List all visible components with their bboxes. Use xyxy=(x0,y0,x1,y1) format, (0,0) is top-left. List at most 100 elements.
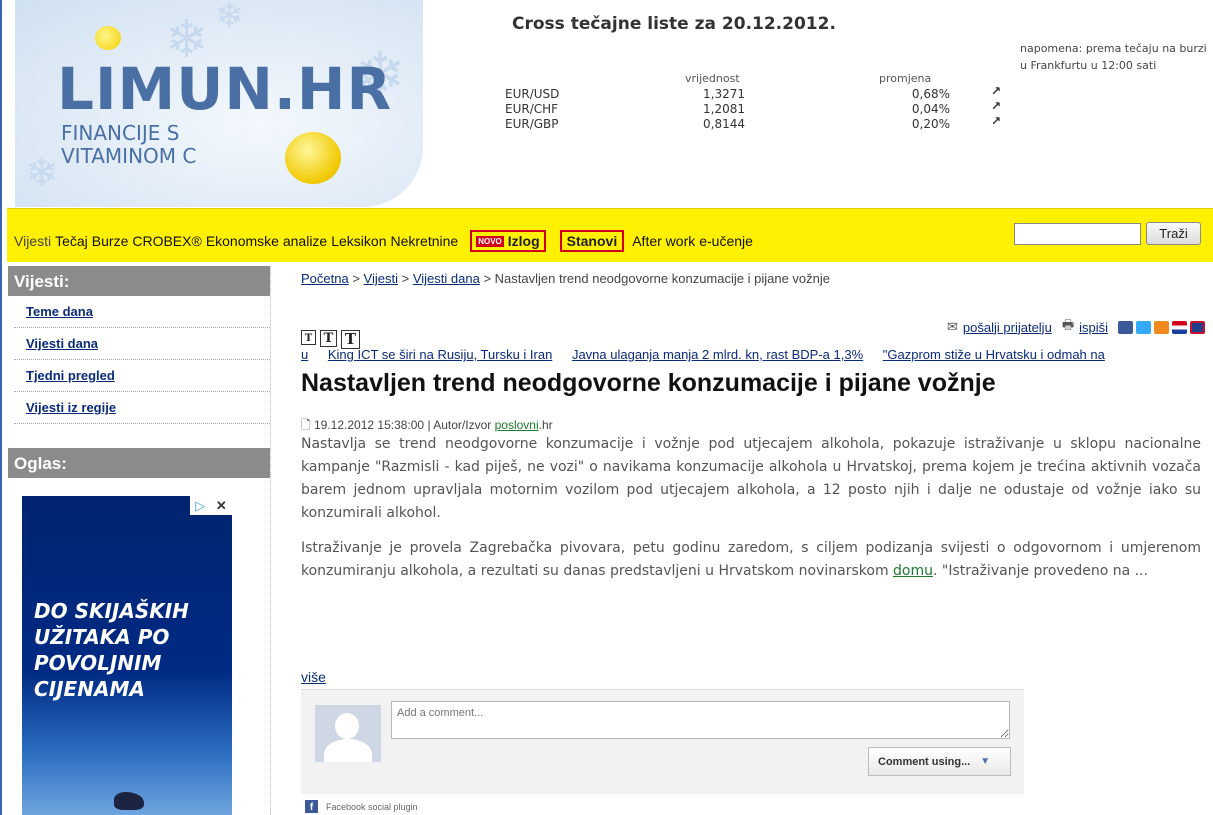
source-link[interactable]: poslovni xyxy=(495,418,539,432)
lemon-icon xyxy=(95,26,121,50)
comment-input[interactable] xyxy=(391,701,1010,739)
main-content: Početna > Vijesti > Vijesti dana > Nasta… xyxy=(301,266,1213,815)
sidebar-news-header: Vijesti: xyxy=(8,266,270,296)
flag-uk-icon[interactable] xyxy=(1190,320,1205,334)
novo-badge: NOVO xyxy=(476,235,504,247)
rate-change: 0,20% xyxy=(911,117,950,131)
nav-item-crobex[interactable]: CROBEX® xyxy=(132,233,201,249)
inline-link-domu[interactable]: domu xyxy=(893,563,933,579)
ticker-item[interactable]: King ICT se širi na Rusiju, Tursku i Ira… xyxy=(328,347,552,362)
nav-item-burze[interactable]: Burze xyxy=(92,233,129,249)
trend-up-icon: ↗ xyxy=(991,84,1002,98)
logo-text: LIMUN.HR xyxy=(57,55,393,123)
font-size-small-button[interactable]: T xyxy=(301,330,316,345)
source-suffix: .hr xyxy=(538,418,553,432)
breadcrumb-separator: > xyxy=(401,271,410,286)
comment-using-dropdown[interactable]: Comment using... ▼ xyxy=(868,747,1011,776)
rate-value: 1,2081 xyxy=(703,102,745,116)
article-paragraph: Istraživanje je provela Zagrebačka pivov… xyxy=(301,537,1201,583)
breadcrumb-link-pocetna[interactable]: Početna xyxy=(301,271,349,286)
sidebar-link[interactable]: Tjedni pregled xyxy=(26,368,115,383)
sidebar-item-vijesti-dana: Vijesti dana xyxy=(14,328,270,360)
facebook-plugin-footer: f Facebook social plugin xyxy=(305,800,418,813)
exchange-note: napomena: prema tečaju na burzi u Frankf… xyxy=(1020,42,1207,72)
lemon-slice-icon xyxy=(285,132,341,184)
nav-item-ekonomske-analize[interactable]: Ekonomske analize xyxy=(206,233,327,249)
currency-pair: EUR/CHF xyxy=(505,102,559,116)
close-icon[interactable]: ✕ xyxy=(216,498,227,514)
logo-area[interactable]: ❄ ❄ ❄ ❄ LIMUN.HR FINANCIJE S VITAMINOM C xyxy=(15,0,423,207)
flag-croatia-icon[interactable] xyxy=(1172,320,1187,334)
sidebar-item-vijesti-iz-regije: Vijesti iz regije xyxy=(14,392,270,424)
sidebar-news-list: Teme dana Vijesti dana Tjedni pregled Vi… xyxy=(14,296,270,424)
avatar xyxy=(315,705,381,762)
envelope-icon[interactable]: ✉ xyxy=(947,319,958,335)
column-header-change: promjena xyxy=(879,72,932,85)
nav-item-nekretnine[interactable]: Nekretnine xyxy=(390,233,458,249)
izlog-label: Izlog xyxy=(507,233,540,249)
ad-text-line: CIJENAMA xyxy=(34,677,145,701)
breadcrumb-current: Nastavljen trend neodgovorne konzumacije… xyxy=(494,271,830,286)
trend-up-icon: ↗ xyxy=(991,114,1002,128)
breadcrumb-link-vijesti-dana[interactable]: Vijesti dana xyxy=(413,271,480,286)
ad-text-line: UŽITAKA PO xyxy=(34,625,170,649)
ticker-item[interactable]: Javna ulaganja manja 2 mlrd. kn, rast BD… xyxy=(572,347,863,362)
nav-item-stanovi[interactable]: Stanovi xyxy=(559,230,625,252)
nav-item-izlog[interactable]: NOVO Izlog xyxy=(470,230,546,252)
news-ticker: u King ICT se širi na Rusiju, Tursku i I… xyxy=(301,347,1213,362)
sidebar-link[interactable]: Vijesti dana xyxy=(26,336,98,351)
avatar-body xyxy=(324,739,372,762)
nav-items: Vijesti Tečaj Burze CROBEX® Ekonomske an… xyxy=(14,230,757,252)
search-button[interactable]: Traži xyxy=(1146,222,1201,245)
article-headline: Nastavljen trend neodgovorne konzumacije… xyxy=(301,369,996,397)
facebook-logo-icon: f xyxy=(305,800,318,813)
plugin-label[interactable]: Facebook social plugin xyxy=(326,802,418,812)
ad-text-line: DO SKIJAŠKIH xyxy=(34,599,189,623)
site-header: ❄ ❄ ❄ ❄ LIMUN.HR FINANCIJE S VITAMINOM C… xyxy=(7,0,1213,207)
currency-pair: EUR/USD xyxy=(505,87,560,101)
nav-item-e-ucenje[interactable]: e-učenje xyxy=(699,233,753,249)
nav-item-after-work[interactable]: After work xyxy=(632,233,695,249)
document-icon: 🗋 xyxy=(301,418,311,432)
send-to-friend-link[interactable]: pošalji prijatelju xyxy=(963,320,1052,335)
adchoices-icon[interactable]: ▷ xyxy=(195,498,205,514)
currency-pair: EUR/GBP xyxy=(505,117,559,131)
snowflake-icon: ❄ xyxy=(25,150,59,196)
breadcrumb-link-vijesti[interactable]: Vijesti xyxy=(364,271,398,286)
sidebar-link[interactable]: Vijesti iz regije xyxy=(26,400,116,415)
article-paragraph: Nastavlja se trend neodgovorne konzumaci… xyxy=(301,436,1201,521)
ticker-item[interactable]: "Gazprom stiže u Hrvatsku i odmah na xyxy=(883,347,1105,362)
print-link[interactable]: ispiši xyxy=(1079,320,1108,335)
article-body: Nastavlja se trend neodgovorne konzumaci… xyxy=(301,433,1201,595)
logo-tagline: FINANCIJE S VITAMINOM C xyxy=(61,122,196,168)
twitter-icon[interactable] xyxy=(1136,320,1151,334)
ad-controls: ▷ ✕ xyxy=(190,496,232,515)
rate-value: 1,3271 xyxy=(703,87,745,101)
rate-value: 0,8144 xyxy=(703,117,745,131)
sidebar: Vijesti: Teme dana Vijesti dana Tjedni p… xyxy=(7,266,270,815)
rate-change: 0,68% xyxy=(911,87,950,101)
nav-item-vijesti[interactable]: Vijesti xyxy=(14,233,51,249)
sidebar-link[interactable]: Teme dana xyxy=(26,304,93,319)
nav-item-leksikon[interactable]: Leksikon xyxy=(331,233,386,249)
sidebar-item-tjedni-pregled: Tjedni pregled xyxy=(14,360,270,392)
breadcrumb-separator: > xyxy=(352,271,360,286)
ad-text: DO SKIJAŠKIH UŽITAKA PO POVOLJNIM CIJENA… xyxy=(34,598,189,702)
facebook-icon[interactable] xyxy=(1118,320,1133,334)
search-input[interactable] xyxy=(1014,223,1141,245)
sidebar-ads-header: Oglas: xyxy=(8,448,270,478)
more-link[interactable]: više xyxy=(301,669,326,685)
rss-icon[interactable] xyxy=(1154,320,1169,334)
caret-down-icon: ▼ xyxy=(980,756,991,767)
font-size-medium-button[interactable]: T xyxy=(320,330,337,347)
paragraph-text: . "Istraživanje provedeno na ... xyxy=(933,563,1148,579)
facebook-comments-box: Comment using... ▼ xyxy=(301,689,1024,794)
ticker-item[interactable]: u xyxy=(301,347,308,362)
trend-up-icon: ↗ xyxy=(991,99,1002,113)
window-left-edge xyxy=(0,0,7,815)
nav-item-tecaj[interactable]: Tečaj xyxy=(55,233,88,249)
printer-icon[interactable]: 🖶 xyxy=(1062,316,1074,338)
column-divider xyxy=(270,266,271,815)
column-header-value: vrijednost xyxy=(685,72,740,85)
ad-banner[interactable]: ▷ ✕ DO SKIJAŠKIH UŽITAKA PO POVOLJNIM CI… xyxy=(22,496,232,815)
